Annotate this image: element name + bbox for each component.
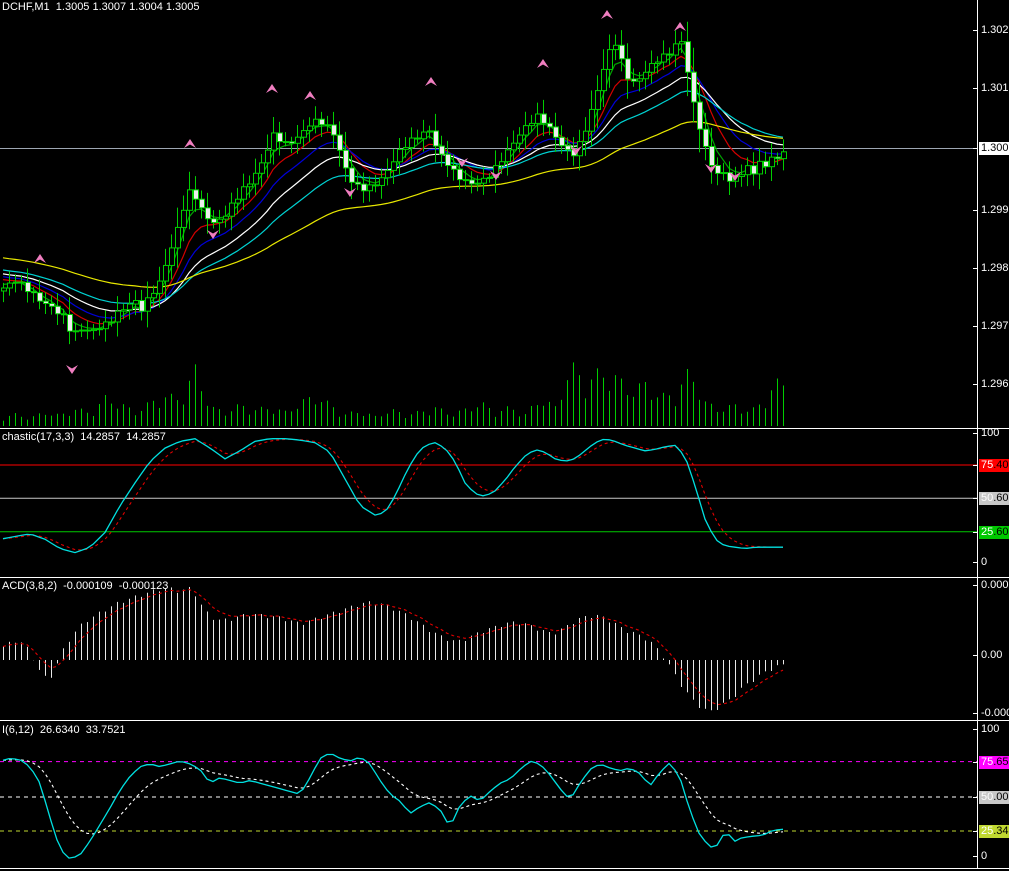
axis-tick <box>973 655 978 656</box>
panel-separator[interactable] <box>0 720 1009 721</box>
axis-label: 1.3025 <box>981 24 1009 36</box>
axis-tick <box>973 761 978 763</box>
level-badge: 25.34 <box>979 825 1009 839</box>
oscillator-chart[interactable] <box>0 722 977 869</box>
level-badge-frac: .65 <box>993 755 1009 768</box>
current-price-badge: 1.300 <box>979 142 1009 155</box>
axis-label: 0.00 <box>981 649 1003 661</box>
panel-separator[interactable] <box>0 428 1009 429</box>
axis-label: -0.000 <box>981 707 1009 719</box>
axis-tick <box>973 531 978 533</box>
level-badge-int: 50 <box>981 791 994 803</box>
axis-label: 100 <box>981 427 1000 439</box>
axis-label: 0.000 <box>981 579 1009 591</box>
axis-label: 1.2975 <box>981 320 1009 332</box>
axis-tick <box>973 210 978 211</box>
price-axis[interactable]: 1.3025 1.3015 1.2995 1.2985 1.2975 1.2965 1.30… <box>973 0 1009 871</box>
axis-tick <box>973 713 978 714</box>
level-badge-int: 75 <box>981 458 994 471</box>
axis-tick <box>973 384 978 385</box>
trading-chart-window: DCHF,M1 1.3005 1.3007 1.3004 1.3005 chas… <box>0 0 1009 871</box>
level-badge: 25.60 <box>979 525 1009 539</box>
level-badge-frac: .00 <box>993 791 1009 803</box>
level-badge: 75.40 <box>979 458 1009 472</box>
macd-chart[interactable] <box>0 579 977 721</box>
level-badge-frac: .60 <box>993 492 1009 505</box>
axis-label: 1.2965 <box>981 378 1009 390</box>
axis-line <box>977 0 978 869</box>
level-badge-frac: .34 <box>993 825 1009 838</box>
axis-label: 0 <box>981 556 988 568</box>
axis-label: 1.3015 <box>981 82 1009 94</box>
axis-label: 1.2985 <box>981 262 1009 274</box>
panel-separator[interactable] <box>0 868 1009 869</box>
level-badge-int: 50 <box>981 492 994 505</box>
main-candlestick-chart[interactable] <box>0 0 977 429</box>
panel-separator[interactable] <box>0 577 1009 578</box>
axis-tick <box>973 562 978 563</box>
axis-tick <box>973 498 978 500</box>
axis-tick <box>973 729 978 730</box>
level-badge: 50.60 <box>979 492 1009 506</box>
axis-label: 1.2995 <box>981 204 1009 216</box>
axis-tick <box>973 856 978 857</box>
main-chart-title: DCHF,M1 1.3005 1.3007 1.3004 1.3005 <box>2 1 200 13</box>
axis-tick <box>973 30 978 31</box>
level-badge: 50.00 <box>979 791 1009 804</box>
macd-title: ACD(3,8,2) -0.000109 -0.000123 <box>2 580 169 592</box>
axis-label: 0 <box>981 850 988 862</box>
axis-tick <box>973 433 978 434</box>
level-badge-int: 75 <box>981 755 994 768</box>
level-badge: 75.65 <box>979 755 1009 769</box>
axis-tick <box>973 797 978 798</box>
stochastic-chart[interactable] <box>0 430 977 578</box>
oscillator-title: I(6,12) 26.6340 33.7521 <box>2 724 126 736</box>
axis-label: 100 <box>981 723 1000 735</box>
axis-tick <box>973 831 978 833</box>
level-badge-frac: .40 <box>993 458 1009 471</box>
axis-tick <box>973 326 978 327</box>
axis-tick <box>973 268 978 269</box>
stochastic-title: chastic(17,3,3) 14.2857 14.2857 <box>2 431 166 443</box>
level-badge-int: 25 <box>981 525 994 538</box>
axis-tick <box>973 464 978 466</box>
axis-tick <box>973 88 978 89</box>
axis-tick <box>973 585 978 586</box>
level-badge-frac: .60 <box>993 525 1009 538</box>
level-badge-int: 25 <box>981 825 994 838</box>
axis-tick <box>973 148 978 149</box>
